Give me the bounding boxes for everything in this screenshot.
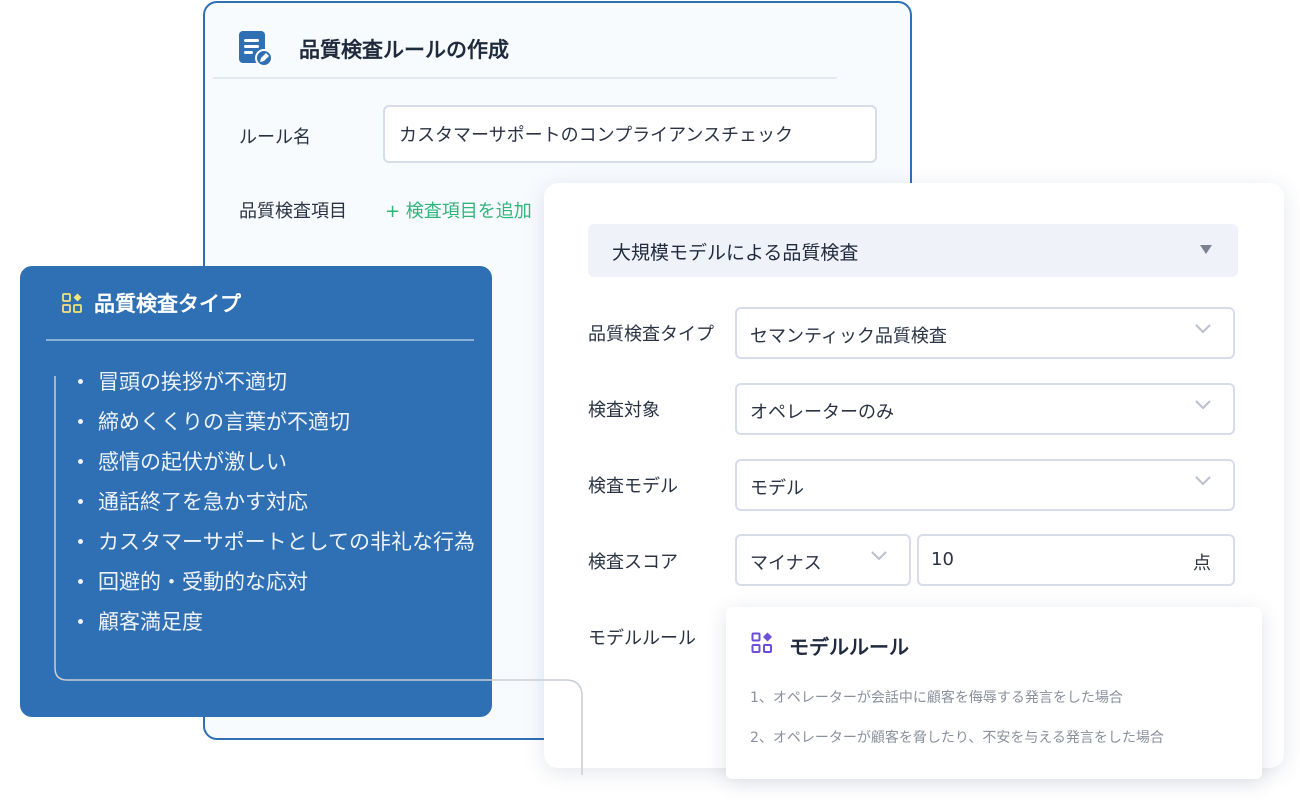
- list-item: 締めくくりの言葉が不適切: [76, 402, 476, 442]
- page-title: 品質検査ルールの作成: [299, 38, 509, 62]
- list-item: 冒頭の挨拶が不適切: [76, 362, 476, 402]
- inspection-model-label: 検査モデル: [588, 476, 678, 497]
- chevron-down-icon: [1195, 400, 1211, 410]
- score-sign-value: マイナス: [750, 553, 822, 574]
- chevron-down-icon: [871, 551, 887, 561]
- inspection-type-panel: 品質検査タイプ 冒頭の挨拶が不適切 締めくくりの言葉が不適切 感情の起伏が激しい…: [20, 266, 492, 717]
- list-item: 感情の起伏が激しい: [76, 442, 476, 482]
- inspection-type-title: 品質検査タイプ: [94, 292, 241, 316]
- widgets-icon: [751, 632, 772, 653]
- inspection-type-list: 冒頭の挨拶が不適切 締めくくりの言葉が不適切 感情の起伏が激しい 通話終了を急か…: [76, 362, 476, 642]
- inspection-type-label: 品質検査タイプ: [588, 324, 714, 345]
- model-rule-card: モデルルール 1、オペレーターが会話中に顧客を侮辱する発言をした場合 2、オペレ…: [726, 607, 1262, 779]
- model-rule-label: モデルルール: [588, 628, 696, 649]
- inspection-type-value: セマンティック品質検査: [750, 326, 947, 347]
- list-item: 通話終了を急かす対応: [76, 482, 476, 522]
- model-rule-item: 1、オペレーターが会話中に顧客を侮辱する発言をした場合: [750, 690, 1123, 706]
- inspection-items-label: 品質検査項目: [239, 201, 347, 222]
- inspection-score-label: 検査スコア: [588, 552, 678, 573]
- model-rule-item: 2、オペレーターが顧客を脅したり、不安を与える発言をした場合: [750, 730, 1164, 746]
- inspection-target-label: 検査対象: [588, 400, 660, 421]
- inspection-target-value: オペレーターのみ: [750, 402, 894, 423]
- inspection-model-select[interactable]: モデル: [735, 459, 1235, 511]
- widgets-icon: [62, 293, 82, 313]
- chevron-down-icon: [1195, 324, 1211, 334]
- inspection-type-select[interactable]: セマンティック品質検査: [735, 307, 1235, 359]
- inspection-method-select[interactable]: 大規模モデルによる品質検査: [588, 224, 1238, 277]
- chevron-down-icon: [1195, 476, 1211, 486]
- score-value-input[interactable]: 10 点: [917, 534, 1235, 586]
- rule-name-label: ルール名: [239, 127, 311, 148]
- panel-header: 品質検査ルールの作成: [213, 3, 837, 79]
- document-edit-icon: [239, 31, 273, 67]
- inspection-method-value: 大規模モデルによる品質検査: [612, 242, 859, 264]
- score-unit: 点: [1193, 553, 1211, 574]
- score-sign-select[interactable]: マイナス: [735, 534, 911, 586]
- list-item: 顧客満足度: [76, 602, 476, 642]
- model-rule-title: モデルルール: [789, 635, 909, 659]
- inspection-target-select[interactable]: オペレーターのみ: [735, 383, 1235, 435]
- rule-name-input[interactable]: [383, 105, 877, 163]
- inspection-model-value: モデル: [750, 478, 804, 499]
- caret-down-icon: [1200, 245, 1212, 254]
- list-item: 回避的・受動的な応対: [76, 562, 476, 602]
- score-value: 10: [931, 549, 954, 570]
- divider: [46, 339, 474, 341]
- list-item: カスタマーサポートとしての非礼な行為: [76, 522, 476, 562]
- add-inspection-item-link[interactable]: + 検査項目を追加: [385, 197, 532, 223]
